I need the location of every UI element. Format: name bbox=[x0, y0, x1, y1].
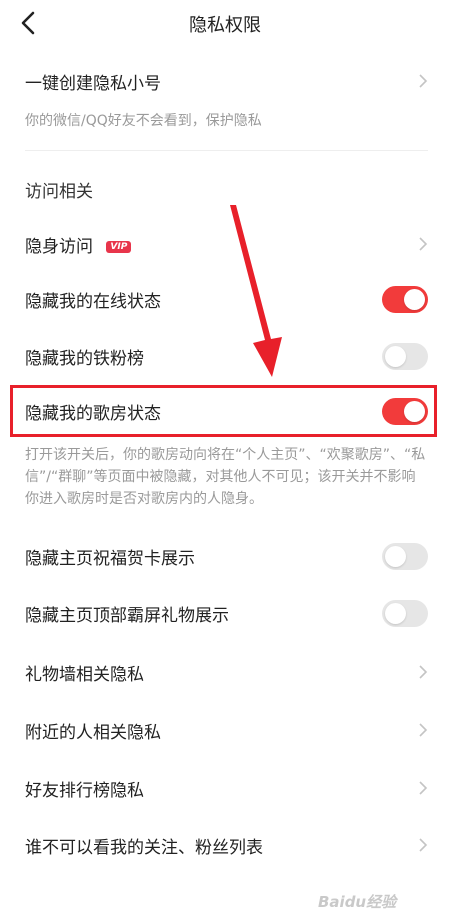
gift-wall-row[interactable]: 礼物墙相关隐私 bbox=[25, 650, 428, 694]
vip-badge: VIP bbox=[106, 240, 132, 253]
friend-rank-row[interactable]: 好友排行榜隐私 bbox=[25, 766, 428, 810]
chevron-right-icon bbox=[419, 838, 428, 852]
who-cannot-see-label: 谁不可以看我的关注、粉丝列表 bbox=[25, 837, 263, 858]
toggle-knob bbox=[385, 545, 406, 567]
stealth-visit-label: 隐身访问 bbox=[25, 236, 93, 257]
hide-top-gift-row: 隐藏主页顶部霸屏礼物展示 bbox=[25, 591, 428, 635]
hide-online-toggle[interactable] bbox=[382, 285, 428, 313]
toggle-knob bbox=[385, 602, 406, 624]
toggle-knob bbox=[385, 345, 406, 367]
hide-room-row: 隐藏我的歌房状态 bbox=[25, 389, 428, 433]
chevron-right-icon bbox=[419, 237, 428, 251]
hide-room-desc: 打开该开关后，你的歌房动向将在“个人主页”、“欢聚歌房”、“私信”/“群聊”等页… bbox=[25, 447, 426, 507]
nearby-row[interactable]: 附近的人相关隐私 bbox=[25, 708, 428, 752]
hide-room-label: 隐藏我的歌房状态 bbox=[25, 403, 161, 424]
hide-fans-label: 隐藏我的铁粉榜 bbox=[25, 348, 144, 369]
chevron-right-icon bbox=[419, 723, 428, 737]
create-alias-label: 一键创建隐私小号 bbox=[25, 73, 161, 94]
nearby-label: 附近的人相关隐私 bbox=[25, 722, 161, 743]
hide-top-gift-label: 隐藏主页顶部霸屏礼物展示 bbox=[25, 605, 229, 626]
page-title: 隐私权限 bbox=[189, 15, 261, 36]
hide-greeting-card-toggle[interactable] bbox=[382, 542, 428, 570]
nav-bar: 隐私权限 bbox=[0, 0, 450, 48]
friend-rank-label: 好友排行榜隐私 bbox=[25, 780, 144, 801]
chevron-right-icon bbox=[419, 781, 428, 795]
toggle-knob bbox=[404, 400, 425, 422]
chevron-right-icon bbox=[419, 665, 428, 679]
create-alias-desc: 你的微信/QQ好友不会看到，保护隐私 bbox=[25, 113, 262, 129]
hide-greeting-card-label: 隐藏主页祝福贺卡展示 bbox=[25, 548, 195, 569]
hide-room-toggle[interactable] bbox=[382, 397, 428, 425]
chevron-right-icon bbox=[419, 74, 428, 88]
create-alias-row[interactable]: 一键创建隐私小号 bbox=[25, 59, 428, 103]
hide-greeting-card-row: 隐藏主页祝福贺卡展示 bbox=[25, 534, 428, 578]
watermark: Baidu经验 bbox=[318, 893, 397, 911]
hide-online-label: 隐藏我的在线状态 bbox=[25, 291, 161, 312]
hide-top-gift-toggle[interactable] bbox=[382, 599, 428, 627]
hide-fans-toggle[interactable] bbox=[382, 342, 428, 370]
section-title-visit: 访问相关 bbox=[25, 182, 93, 202]
divider bbox=[25, 150, 428, 151]
annotation-arrow-icon bbox=[230, 205, 282, 377]
who-cannot-see-row[interactable]: 谁不可以看我的关注、粉丝列表 bbox=[25, 823, 428, 867]
toggle-knob bbox=[404, 288, 425, 310]
gift-wall-label: 礼物墙相关隐私 bbox=[25, 664, 144, 685]
